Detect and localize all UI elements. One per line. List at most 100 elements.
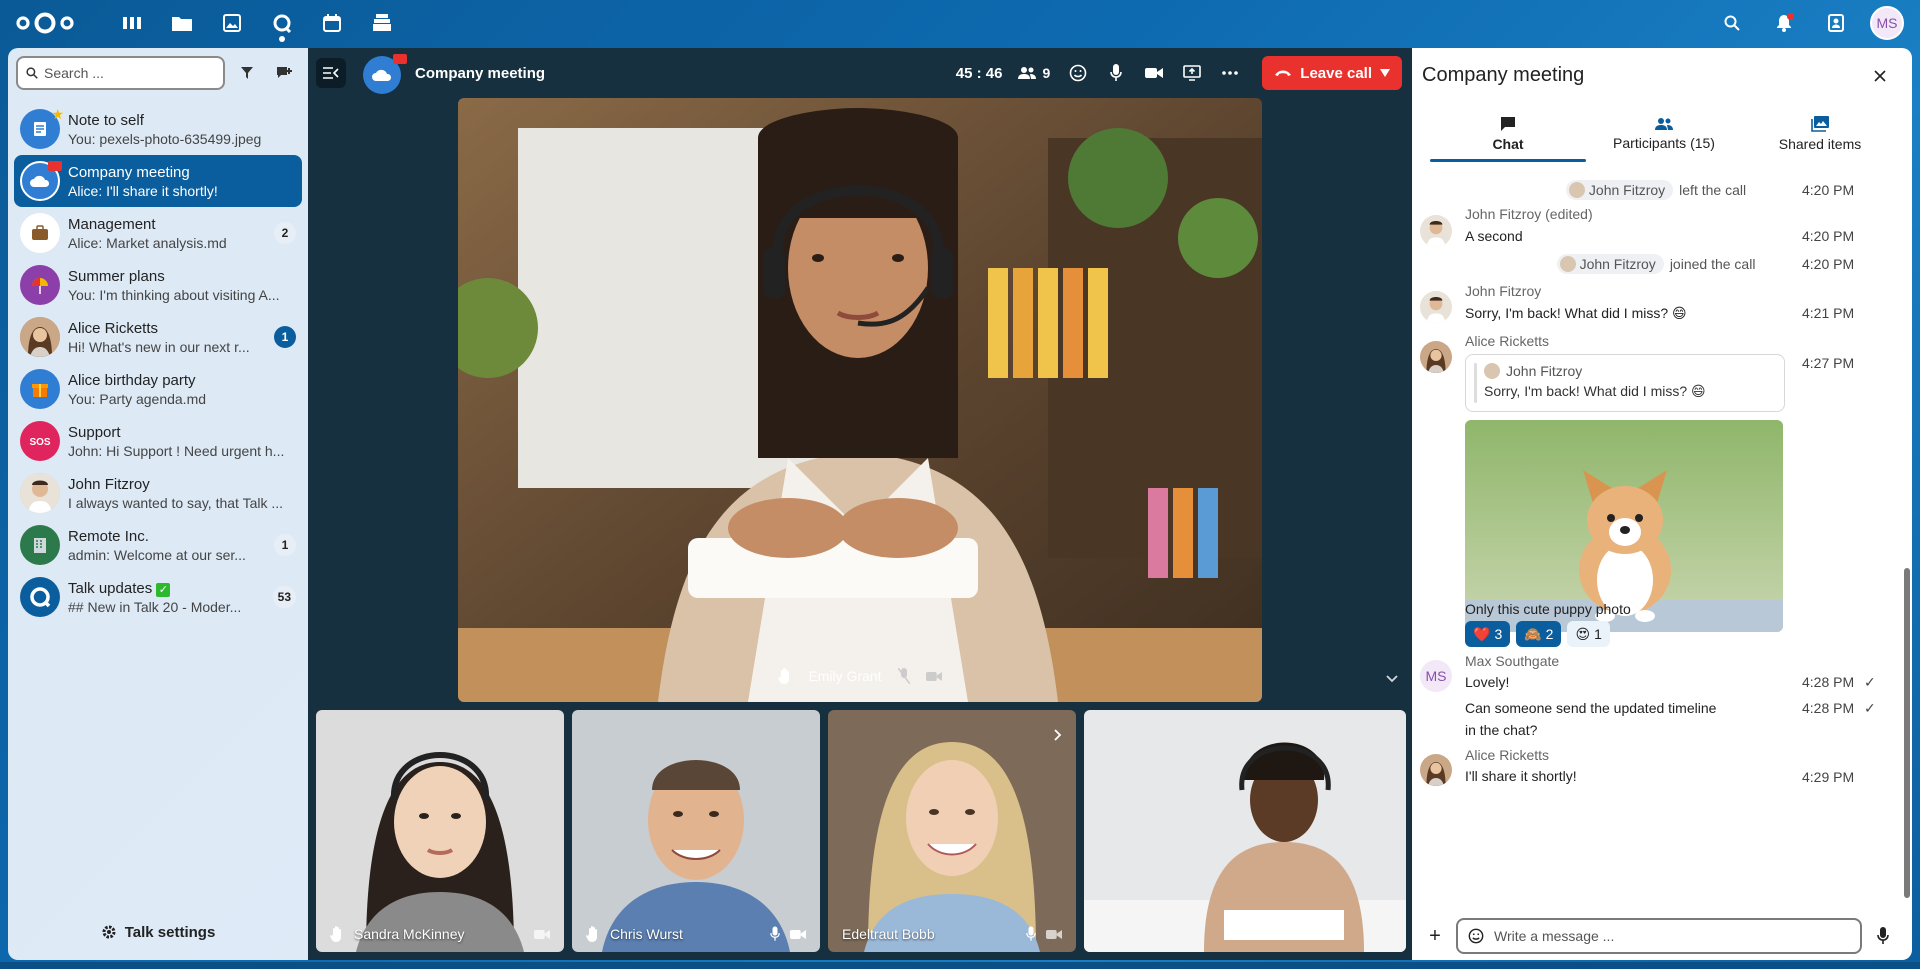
conversation-item[interactable]: Management Alice: Market analysis.md 2 [14,207,302,259]
message-time: 4:27 PM [1802,355,1855,371]
conversation-name: Talk updates ✓ [68,580,267,597]
tab-participants[interactable]: Participants (15) [1586,108,1742,160]
calendar-icon[interactable] [310,0,354,46]
new-conversation-button[interactable] [268,57,300,89]
message-input-field[interactable] [1456,918,1862,954]
conversation-last-message: John: Hi Support ! Need urgent h... [68,442,285,459]
speaker-label: Emily Grant [458,668,1262,684]
conversation-item[interactable]: John Fitzroy I always wanted to say, that… [14,467,302,519]
message-input[interactable] [1494,928,1824,944]
close-button[interactable] [1866,62,1894,90]
collapse-stripe-button[interactable] [1386,670,1398,688]
conversation-name: Company meeting [68,163,190,181]
talk-logo-icon [30,587,51,608]
avatar[interactable] [1420,215,1452,247]
call-timer: 45 : 46 [955,64,1003,82]
participant-tile[interactable]: Sandra McKinney [316,710,564,952]
chevron-right-icon[interactable] [1054,728,1062,746]
filter-button[interactable] [231,57,263,89]
avatar [1559,256,1576,272]
contacts-icon[interactable] [1818,5,1854,41]
participants-button[interactable]: 9 [1018,59,1050,87]
conversation-item[interactable]: Talk updates ✓ ## New in Talk 20 - Moder.… [14,571,302,623]
microphone-button[interactable] [1102,59,1130,87]
avatar[interactable] [1420,754,1452,786]
avatar[interactable] [1420,291,1452,323]
phone-hangup-icon [1275,70,1292,76]
participant-tiles: Sandra McKinney Chris Wurst Edeltraut Bo… [316,710,1406,952]
conversation-last-message: ## New in Talk 20 - Moder... [68,598,242,615]
bell-icon[interactable] [1766,5,1802,41]
scrollbar-thumb[interactable] [1904,568,1910,898]
screenshare-button[interactable] [1178,59,1206,87]
conversation-item[interactable]: Remote Inc. admin: Welcome at our ser... … [14,519,302,571]
reaction-heart[interactable]: ❤️ 3 [1465,621,1511,647]
message-author: John Fitzroy (edited) [1465,206,1593,222]
video-camera-icon [790,929,806,939]
reaction-heart-eyes[interactable]: 😍 1 [1567,621,1610,647]
conversation-item-active[interactable]: Company meeting Alice: I'll share it shor… [14,155,302,207]
search-icon[interactable] [1714,5,1750,41]
tab-chat[interactable]: Chat [1430,108,1586,162]
files-icon[interactable] [160,0,204,46]
raise-hand-icon [778,668,790,684]
talk-settings-button[interactable]: Talk settings [8,914,308,950]
conversation-last-message: I always wanted to say, that Talk ... [68,494,284,511]
quote-author: John Fitzroy [1506,363,1583,379]
search-input[interactable] [44,65,214,81]
user-avatar[interactable]: MS [1870,6,1904,40]
participant-video [572,710,820,952]
conversation-item[interactable]: Alice birthday party You: Party agenda.md [14,363,302,415]
avatar[interactable]: MS [1420,660,1452,692]
emoticon-icon[interactable] [1468,928,1484,944]
talk-icon[interactable] [260,0,304,46]
more-actions-button[interactable] [1216,59,1244,87]
nextcloud-logo[interactable] [14,10,76,36]
participant-tile[interactable]: Edeltraut Bobb [828,710,1076,952]
search-row [16,56,300,90]
conversation-name: Alice birthday party [68,371,196,389]
add-attachment-button[interactable]: + [1422,923,1448,949]
reaction-see-no-evil[interactable]: 🙈 2 [1516,621,1562,647]
participant-tile[interactable]: Chris Wurst [572,710,820,952]
camera-button[interactable] [1140,59,1168,87]
unread-badge: 53 [272,586,296,608]
unread-badge: 2 [274,222,296,244]
quoted-message[interactable]: John Fitzroy Sorry, I'm back! What did I… [1465,354,1785,412]
mention-chip[interactable]: John Fitzroy [1556,254,1664,274]
avatar[interactable] [1420,341,1452,373]
briefcase-icon [32,225,48,240]
photos-icon[interactable] [210,0,254,46]
voice-message-button[interactable] [1870,923,1896,949]
conversation-avatar [20,473,60,513]
header-right: MS [1714,0,1904,46]
gear-icon [102,925,116,939]
dashboard-icon[interactable] [110,0,154,46]
search-field[interactable] [16,56,225,90]
conversation-item[interactable]: SOS Support John: Hi Support ! Need urgen… [14,415,302,467]
mention-chip[interactable]: John Fitzroy [1565,180,1674,200]
main-speaker-video[interactable]: Emily Grant [458,98,1262,702]
speaker-name: Emily Grant [808,668,882,684]
toggle-sidebar-button[interactable] [316,58,346,88]
conversation-name: Management [68,215,156,233]
video-camera-icon [534,929,550,939]
conversation-avatar [20,525,60,565]
conversation-item[interactable]: Summer plans You: I'm thinking about visi… [14,259,302,311]
conversation-item[interactable]: Alice Ricketts Hi! What's new in our next… [14,311,302,363]
conversation-avatar [20,161,62,201]
participant-tile[interactable] [1084,710,1406,952]
message-text: I'll share it shortly! [1465,768,1577,784]
beach-icon [32,278,48,294]
bottom-edge [0,962,1920,969]
conversation-avatar [20,369,60,409]
reaction-button[interactable] [1064,59,1092,87]
people-icon [1655,118,1673,130]
read-check-icon: ✓ [1864,674,1876,690]
conversation-item[interactable]: ★ Note to self You: pexels-photo-635499.j… [14,103,302,155]
leave-call-button[interactable]: Leave call [1262,56,1402,90]
scrollbar[interactable] [1902,168,1910,908]
chat-plus-icon [277,67,293,78]
deck-icon[interactable] [360,0,404,46]
tab-shared-items[interactable]: Shared items [1742,108,1898,160]
